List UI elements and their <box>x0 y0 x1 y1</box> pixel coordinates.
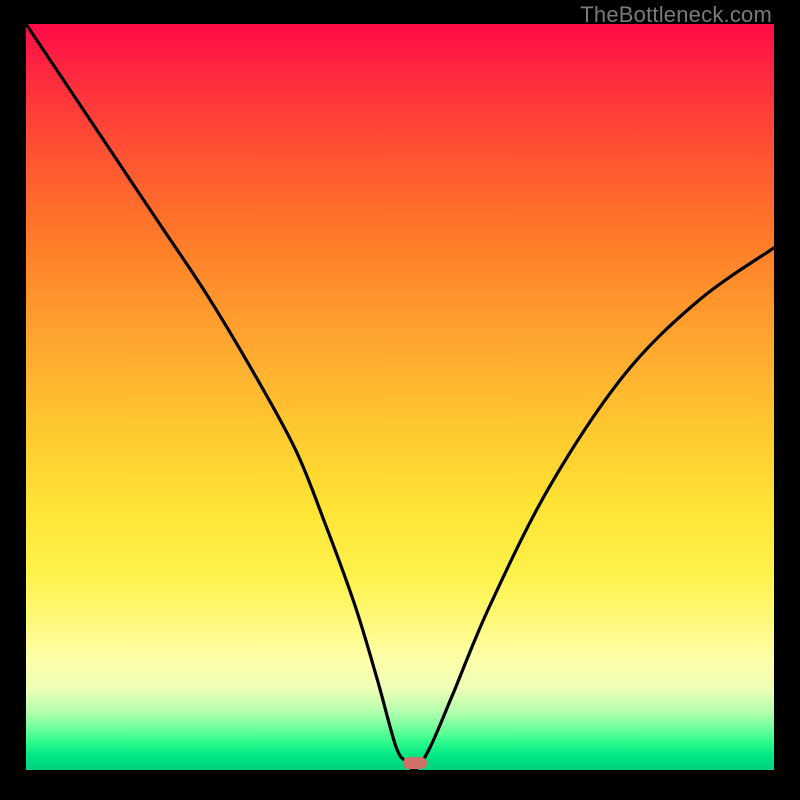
chart-frame: TheBottleneck.com <box>0 0 800 800</box>
optimum-marker <box>403 757 427 769</box>
plot-area <box>26 24 774 770</box>
bottleneck-curve <box>26 24 774 770</box>
curve-svg <box>26 24 774 770</box>
